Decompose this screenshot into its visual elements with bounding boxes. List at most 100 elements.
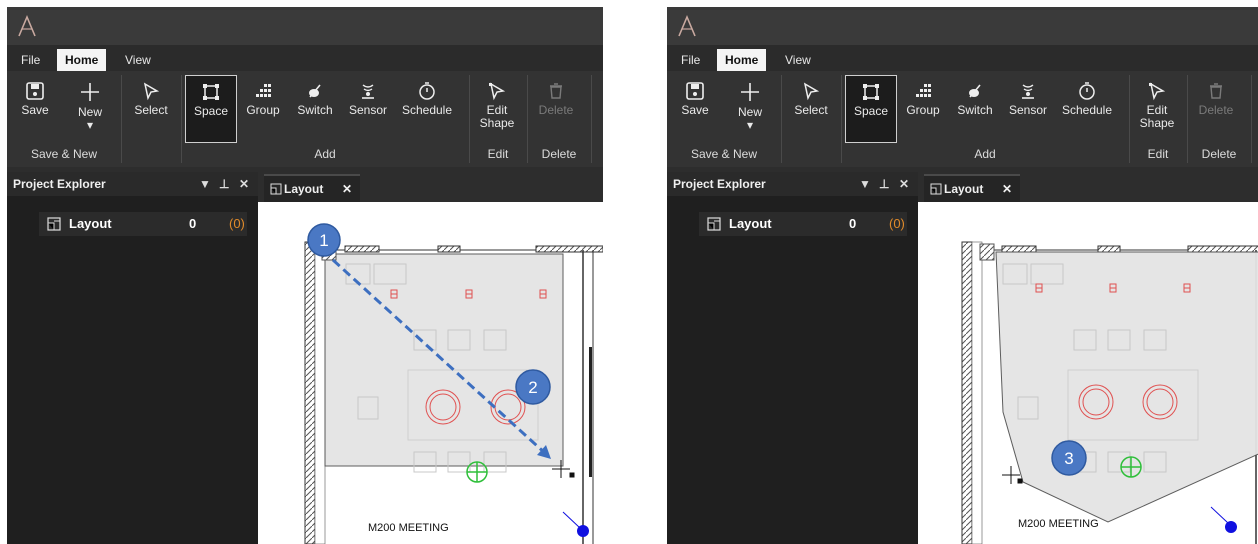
group-label-edit: Edit xyxy=(1147,147,1169,161)
switch-icon xyxy=(969,84,981,98)
floorplan-canvas[interactable]: 1 2 M200 MEETING xyxy=(258,202,603,544)
edit-shape-icon xyxy=(1149,82,1166,101)
device-dot xyxy=(1225,521,1237,533)
dropdown-arrow-icon: ▾ xyxy=(86,118,94,132)
select-button[interactable]: Select xyxy=(783,75,839,143)
close-tab-icon[interactable]: ✕ xyxy=(342,176,352,202)
device-dot xyxy=(577,525,589,537)
ribbon: Save New ▾ Select Space Group Switch Sen… xyxy=(7,71,603,167)
switch-button[interactable]: Switch xyxy=(949,75,1001,143)
app-window-right: File Home View Save New ▾ Select Space G… xyxy=(667,7,1258,544)
group-button[interactable]: Group xyxy=(237,75,289,143)
group-button[interactable]: Group xyxy=(897,75,949,143)
delete-button[interactable]: Delete xyxy=(529,75,583,143)
pin-icon[interactable]: ⊥ xyxy=(879,172,889,196)
document-tabs: Layout ✕ xyxy=(258,172,603,202)
cursor-icon xyxy=(803,82,820,101)
space-button[interactable]: Space xyxy=(185,75,237,143)
wall-left xyxy=(961,241,973,544)
ribbon: Save New ▾ Select Space Group Switch Sen… xyxy=(667,71,1258,167)
space-shape[interactable] xyxy=(995,251,1258,523)
wall-left xyxy=(304,241,316,544)
wall-top-segment xyxy=(1097,245,1121,253)
tab-home[interactable]: Home xyxy=(717,49,767,71)
tab-view[interactable]: View xyxy=(777,49,819,71)
switch-button[interactable]: Switch xyxy=(289,75,341,143)
floorplan-canvas[interactable]: 3 M200 MEETING xyxy=(918,202,1258,544)
step-marker-3-label: 3 xyxy=(1064,449,1073,468)
app-logo-icon xyxy=(18,14,36,37)
step-marker-1-label: 1 xyxy=(319,231,328,250)
project-explorer: Project Explorer ▼ ⊥ ✕ Layout 0 (0) xyxy=(7,172,258,544)
plus-icon xyxy=(741,83,759,101)
room-label: M200 MEETING xyxy=(1018,518,1099,530)
save-icon xyxy=(26,82,44,100)
save-button[interactable]: Save xyxy=(7,75,63,143)
close-icon[interactable]: ✕ xyxy=(239,172,249,196)
space-icon xyxy=(203,84,219,100)
cursor-icon xyxy=(143,82,160,101)
edit-shape-button[interactable]: Edit Shape xyxy=(471,75,523,143)
edit-shape-icon xyxy=(489,82,506,101)
group-icon xyxy=(916,84,931,97)
sensor-icon xyxy=(1022,84,1034,99)
sensor-device xyxy=(1120,456,1142,478)
new-button[interactable]: New ▾ xyxy=(722,75,778,143)
switch-icon xyxy=(309,84,321,98)
schedule-button[interactable]: Schedule xyxy=(395,75,459,143)
sensor-button[interactable]: Sensor xyxy=(341,75,395,143)
sensor-button[interactable]: Sensor xyxy=(1001,75,1055,143)
delete-button[interactable]: Delete xyxy=(1189,75,1243,143)
group-label-delete: Delete xyxy=(541,147,577,161)
select-button[interactable]: Select xyxy=(123,75,179,143)
group-label-save-new: Save & New xyxy=(690,147,758,161)
close-tab-icon[interactable]: ✕ xyxy=(1002,176,1012,202)
tab-file[interactable]: File xyxy=(13,49,48,71)
document-tabs: Layout ✕ xyxy=(918,172,1258,202)
wall-top-segment xyxy=(437,245,461,253)
group-label-add: Add xyxy=(314,147,336,161)
dropdown-arrow-icon[interactable]: ▼ xyxy=(859,172,871,196)
project-explorer-header: Project Explorer ▼ ⊥ ✕ xyxy=(667,172,918,196)
project-explorer-header: Project Explorer ▼ ⊥ ✕ xyxy=(7,172,258,196)
dropdown-arrow-icon[interactable]: ▼ xyxy=(199,172,211,196)
floorplan-drawing: 3 xyxy=(961,241,1258,544)
space-shape[interactable] xyxy=(324,253,564,467)
edit-shape-button[interactable]: Edit Shape xyxy=(1131,75,1183,143)
plus-icon xyxy=(81,83,99,101)
project-explorer-item-layout[interactable]: Layout 0 (0) xyxy=(39,212,247,236)
tab-file[interactable]: File xyxy=(673,49,708,71)
tab-layout[interactable]: Layout ✕ xyxy=(924,174,1020,202)
stopwatch-icon xyxy=(1079,82,1095,100)
project-explorer-item-layout[interactable]: Layout 0 (0) xyxy=(699,212,907,236)
new-button[interactable]: New ▾ xyxy=(62,75,118,143)
group-label-add: Add xyxy=(974,147,996,161)
stopwatch-icon xyxy=(419,82,435,100)
title-bar xyxy=(667,7,1258,45)
wall-top-segment xyxy=(1001,245,1037,253)
group-separator xyxy=(1251,75,1252,163)
app-window-left: File Home View Save New ▾ Select Space G… xyxy=(7,7,603,544)
layout-icon xyxy=(47,217,61,231)
corner-block xyxy=(979,243,995,261)
wall-left-inner xyxy=(314,241,326,544)
group-separator xyxy=(591,75,592,163)
schedule-button[interactable]: Schedule xyxy=(1055,75,1119,143)
tab-view[interactable]: View xyxy=(117,49,159,71)
dropdown-arrow-icon: ▾ xyxy=(746,118,754,132)
wall-top-segment xyxy=(1187,245,1258,253)
sensor-icon xyxy=(362,84,374,99)
sensor-device xyxy=(466,461,488,483)
layout-icon xyxy=(707,217,721,231)
pin-icon[interactable]: ⊥ xyxy=(219,172,229,196)
space-button[interactable]: Space xyxy=(845,75,897,143)
group-label-edit: Edit xyxy=(487,147,509,161)
layout-icon xyxy=(270,183,282,195)
tab-layout[interactable]: Layout ✕ xyxy=(264,174,360,202)
group-separator xyxy=(781,75,782,163)
close-icon[interactable]: ✕ xyxy=(899,172,909,196)
floorplan-drawing: 1 2 xyxy=(304,223,603,544)
group-label-save-new: Save & New xyxy=(30,147,98,161)
save-button[interactable]: Save xyxy=(667,75,723,143)
tab-home[interactable]: Home xyxy=(57,49,107,71)
